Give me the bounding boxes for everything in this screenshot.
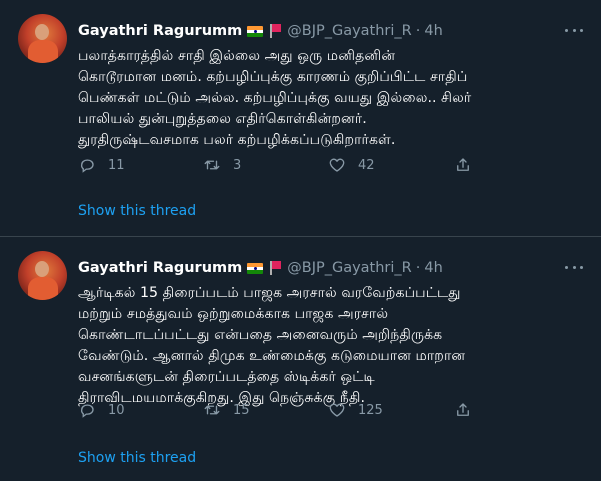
like-button[interactable]: 42 (328, 155, 375, 175)
more-icon[interactable] (565, 22, 583, 38)
reply-count: 10 (108, 402, 125, 418)
display-name[interactable]: Gayathri Ragurumm (78, 260, 242, 276)
user-handle[interactable]: @BJP_Gayathri_R (287, 260, 412, 276)
user-handle[interactable]: @BJP_Gayathri_R (287, 23, 412, 39)
red-flag-icon (269, 261, 282, 275)
avatar-figure (28, 277, 58, 300)
tweet-text-line: துரதிருஷ்டவசமாக பலர் கற்பழிக்கப்படுகிறார… (78, 132, 396, 148)
retweet-button[interactable]: 3 (203, 155, 241, 175)
tweet-text-line: கொடூரமான மனம். கற்பழிப்புக்கு காரணம் குற… (78, 69, 468, 85)
share-icon (457, 158, 469, 171)
tweet-text-line: பாலியல் துன்புறுத்தலை எதிர்கொள்கின்றனர். (78, 111, 367, 127)
heart-icon (329, 158, 345, 172)
tweet-actions: 10 15 125 (78, 400, 578, 420)
separator-dot: · (415, 23, 421, 39)
retweet-button[interactable]: 15 (203, 400, 250, 420)
reply-count: 11 (108, 157, 125, 173)
reply-icon (80, 159, 94, 173)
tweet[interactable]: Gayathri Ragurumm @BJP_Gayathri_R · 4h ப… (0, 0, 601, 236)
display-name[interactable]: Gayathri Ragurumm (78, 23, 242, 39)
more-icon[interactable] (565, 259, 583, 275)
tweet-text-line: கொண்டாடப்பட்டது என்பதை அனைவரும் அறிந்திர… (78, 327, 443, 343)
tweet-text-line: பெண்கள் மட்டும் அல்ல. கற்பழிப்புக்கு வயத… (78, 90, 472, 106)
show-thread-link[interactable]: Show this thread (78, 450, 196, 466)
like-button[interactable]: 125 (328, 400, 383, 420)
tweet[interactable]: Gayathri Ragurumm @BJP_Gayathri_R · 4h ஆ… (0, 237, 601, 481)
tweet-text-line: பலாத்காரத்தில் சாதி இல்லை அது ஒரு மனிதனி… (78, 48, 396, 64)
india-flag-icon (247, 262, 264, 274)
reply-icon (80, 404, 94, 418)
heart-icon (329, 403, 345, 417)
avatar-face (35, 24, 49, 40)
reply-button[interactable]: 10 (78, 400, 125, 420)
retweet-icon (204, 405, 220, 415)
tweet-header: Gayathri Ragurumm @BJP_Gayathri_R · 4h (78, 20, 443, 42)
tweet-text-line: மற்றும் சமத்துவம் ஒற்றுமைக்காக பாஜக அரசா… (78, 306, 389, 322)
retweet-icon (204, 160, 220, 170)
retweet-count: 3 (233, 157, 242, 173)
india-flag-icon (247, 25, 264, 37)
share-button[interactable] (454, 155, 472, 175)
share-icon (457, 403, 469, 416)
share-button[interactable] (454, 400, 472, 420)
tweet-actions: 11 3 42 (78, 155, 578, 175)
reply-button[interactable]: 11 (78, 155, 125, 175)
like-count: 42 (358, 157, 375, 173)
tweet-text-line: வசனங்களுடன் திரைப்படத்தை ஸ்டிக்கர் ஒட்டி (78, 369, 375, 385)
tweet-text-line: வேண்டும். ஆனால் திமுக உண்மைக்கு கடுமையான… (78, 348, 466, 364)
tweet-header: Gayathri Ragurumm @BJP_Gayathri_R · 4h (78, 257, 443, 279)
like-count: 125 (358, 402, 383, 418)
tweet-text: பலாத்காரத்தில் சாதி இல்லை அது ஒரு மனிதனி… (78, 46, 583, 151)
avatar[interactable] (18, 14, 67, 63)
red-flag-icon (269, 24, 282, 38)
avatar[interactable] (18, 251, 67, 300)
timestamp[interactable]: 4h (424, 260, 442, 276)
timestamp[interactable]: 4h (424, 23, 442, 39)
tweet-text-line: ஆர்டிகல் 15 திரைப்படம் பாஜக அரசால் வரவேற… (78, 285, 461, 301)
avatar-face (35, 261, 49, 277)
separator-dot: · (415, 260, 421, 276)
show-thread-link[interactable]: Show this thread (78, 203, 196, 219)
avatar-figure (28, 40, 58, 63)
retweet-count: 15 (233, 402, 250, 418)
tweet-text: ஆர்டிகல் 15 திரைப்படம் பாஜக அரசால் வரவேற… (78, 283, 583, 409)
